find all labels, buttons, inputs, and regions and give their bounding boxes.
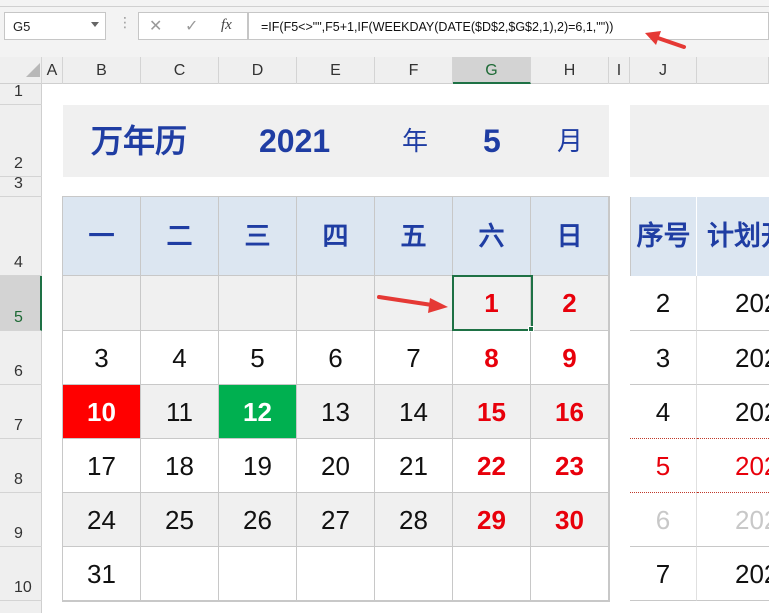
annotation-arrows <box>377 31 686 313</box>
arrow-to-formula <box>645 31 686 49</box>
arrow-to-cell <box>377 295 448 313</box>
